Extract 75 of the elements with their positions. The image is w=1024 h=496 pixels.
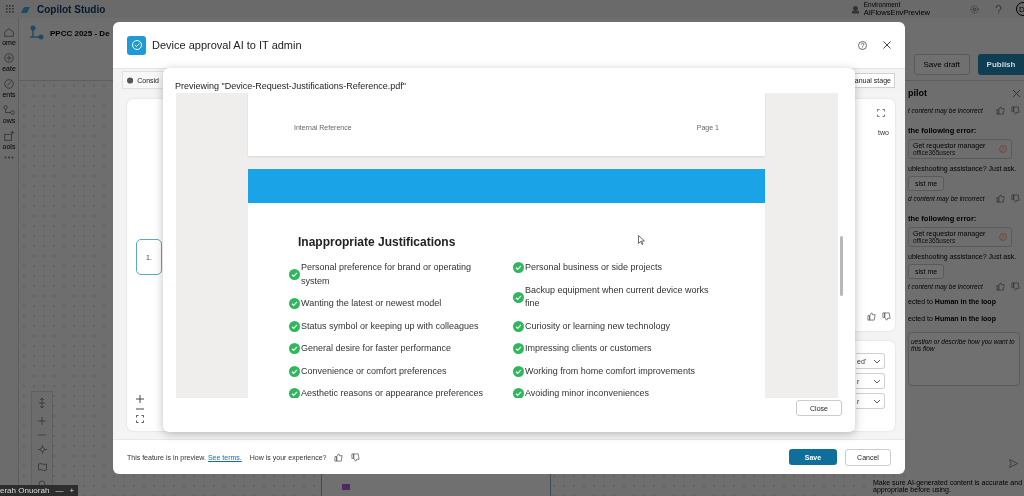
thumbs-up-icon[interactable]	[996, 193, 1005, 203]
chevron-down-icon	[873, 398, 881, 404]
environment-icon[interactable]	[850, 4, 860, 14]
approval-icon	[127, 35, 146, 55]
dialog-title: Device approval AI to IT admin	[152, 39, 302, 51]
check-circle-icon	[513, 291, 524, 303]
center-icon[interactable]	[37, 445, 47, 454]
agent-icon[interactable]	[3, 78, 15, 90]
check-circle-icon	[513, 262, 524, 274]
check-circle-icon	[513, 365, 524, 377]
flow-icon[interactable]	[3, 104, 15, 116]
add-control[interactable]: +	[69, 486, 75, 495]
thumbs-down-icon[interactable]	[1011, 281, 1020, 291]
tools-icon[interactable]	[3, 130, 15, 142]
save-draft-button[interactable]: Save draft	[913, 53, 970, 75]
user-name: erah Onuorah	[0, 486, 50, 495]
list-item: Wanting the latest or newest model	[301, 297, 443, 310]
list-item: Avoiding minor inconveniences	[525, 387, 650, 398]
plus-circle-icon[interactable]	[3, 52, 15, 64]
warning-icon	[999, 145, 1007, 153]
flow-title: PPCC 2025 - De	[50, 28, 110, 38]
list-item: Curiosity or learning new technology	[525, 319, 672, 333]
scrollbar-thumb[interactable]	[840, 236, 843, 296]
list-item: General desire for faster performance	[301, 342, 453, 355]
thumbs-up-icon[interactable]	[996, 105, 1005, 115]
preview-title: Previewing "Device-Request-Justifications-Reference.pdf"	[174, 80, 407, 93]
expand-icon[interactable]	[877, 109, 885, 117]
close-icon[interactable]	[883, 41, 891, 49]
flow-node[interactable]	[321, 472, 551, 496]
thumbs-up-icon[interactable]	[334, 452, 344, 462]
list-item: Impressing clients or customers	[525, 342, 653, 355]
list-item: Personal preference for brand or operating system	[301, 261, 473, 288]
panel-title: pilot	[908, 88, 927, 98]
minimize-control[interactable]: —	[55, 486, 64, 495]
variable-icon	[342, 484, 350, 490]
more-icon[interactable]	[4, 156, 14, 159]
check-circle-icon	[513, 343, 524, 355]
check-circle-icon	[289, 365, 300, 377]
home-icon[interactable]	[3, 26, 15, 38]
publish-button[interactable]: Publish	[978, 53, 1024, 75]
help-icon[interactable]	[995, 4, 1002, 14]
list-item: Backup equipment when current device works fine	[525, 283, 710, 310]
thumbs-down-icon[interactable]	[1011, 105, 1020, 115]
check-circle-icon	[289, 269, 300, 280]
settings-icon[interactable]	[970, 4, 979, 14]
list-item: Convenience or comfort preferences	[301, 364, 448, 378]
thumbs-up-icon[interactable]	[996, 281, 1005, 291]
check-circle-icon	[289, 298, 300, 310]
section-heading: Inappropriate Justifications	[298, 235, 456, 249]
flow-icon	[29, 25, 45, 41]
thumbs-down-icon[interactable]	[882, 312, 891, 321]
fit-view-icon[interactable]	[136, 415, 144, 423]
logo-icon	[20, 4, 31, 14]
check-circle-icon	[513, 320, 524, 332]
warning-icon	[999, 233, 1007, 241]
chevron-down-icon	[873, 378, 881, 384]
info-icon	[127, 76, 134, 84]
list-item: Working from home comfort improvements	[525, 364, 696, 378]
check-circle-icon	[289, 320, 300, 332]
list-item: Personal business or side projects	[525, 261, 664, 274]
chevron-down-icon	[873, 358, 881, 364]
check-circle-icon	[289, 343, 300, 355]
send-icon[interactable]	[1009, 459, 1018, 468]
thumbs-down-icon[interactable]	[351, 452, 361, 462]
list-item: Status symbol or keeping up with colleagues	[301, 319, 480, 333]
cursor-icon	[638, 235, 645, 245]
collapse-icon[interactable]	[38, 398, 46, 408]
apps-grid-icon[interactable]	[6, 5, 14, 13]
thumbs-up-icon[interactable]	[867, 312, 876, 321]
app-name: Copilot Studio	[37, 3, 106, 15]
map-icon[interactable]	[37, 463, 47, 471]
help-icon[interactable]	[858, 40, 867, 50]
zoom-in-icon[interactable]	[136, 395, 144, 403]
list-item: Aesthetic reasons or appearance preferences	[301, 387, 485, 398]
thumbs-down-icon[interactable]	[1011, 193, 1020, 203]
